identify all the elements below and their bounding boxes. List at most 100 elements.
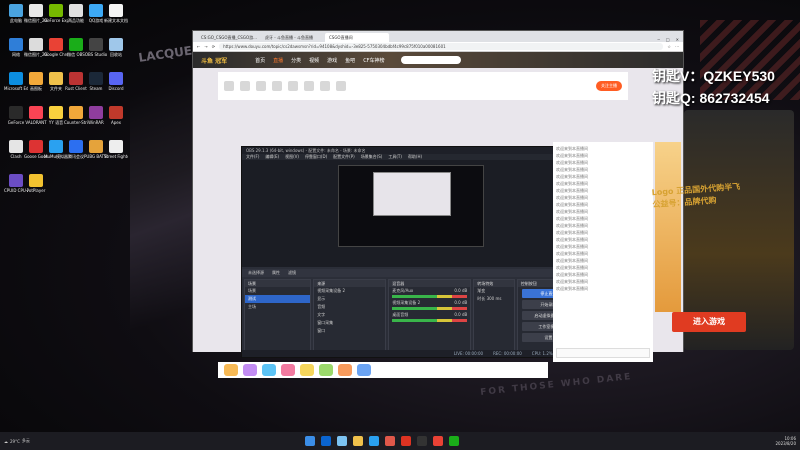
toolbar-icon[interactable] — [304, 81, 314, 91]
chat-message: 欢迎来到本直播间 — [556, 202, 588, 207]
preview-canvas[interactable] — [338, 165, 484, 247]
taskbar-app-icon[interactable] — [337, 436, 347, 446]
chat-message: 欢迎来到本直播间 — [556, 244, 588, 249]
desktop-icon[interactable]: 回收站 — [104, 38, 128, 57]
toolbar-icon[interactable] — [272, 81, 282, 91]
app-icon — [29, 140, 43, 153]
chat-message: 欢迎来到本直播间 — [556, 181, 588, 186]
browser-tab-active[interactable]: CSGO直播间 — [325, 33, 389, 42]
properties-button[interactable]: 属性 — [272, 269, 280, 277]
source-item[interactable]: 视频采集设备 2 — [314, 287, 385, 295]
app-icon — [9, 140, 23, 153]
obs-title: OBS 29.1.3 (64-bit, windows) - 配置文件: 未命名… — [242, 147, 580, 154]
nav-fishbar[interactable]: 鱼吧 — [345, 57, 355, 64]
sources-dock: 来源 视频采集设备 2 显示 音频 文字 窗口采集 窗口 — [313, 279, 387, 351]
toolbar-icon[interactable] — [288, 81, 298, 91]
chat-message: 欢迎来到本直播间 — [556, 223, 588, 228]
scene-item-selected[interactable]: 测试 — [245, 295, 311, 303]
room-avatar[interactable] — [224, 81, 234, 91]
gift-item[interactable] — [262, 364, 276, 376]
taskbar-app-icon[interactable] — [385, 436, 395, 446]
gift-item[interactable] — [281, 364, 295, 376]
nav-cf-rank[interactable]: CF车神榜 — [363, 57, 384, 64]
chat-panel: 欢迎来到本直播间 欢迎来到本直播间 欢迎来到本直播间 欢迎来到本直播间 欢迎来到本直播间… — [553, 142, 653, 362]
app-icon — [89, 106, 103, 119]
source-item[interactable]: 文字 — [314, 311, 385, 319]
nav-category[interactable]: 分类 — [291, 57, 301, 64]
taskbar-app-icon[interactable] — [433, 436, 443, 446]
browser-tab[interactable]: 虎牙 - 斗鱼直播 - 斗鱼直播 — [261, 33, 325, 42]
volume-meter[interactable] — [392, 295, 468, 298]
site-logo[interactable]: 斗鱼 冠军 — [201, 56, 227, 65]
transition-select[interactable]: 渐变 — [474, 287, 514, 295]
nav-home[interactable]: 首页 — [255, 57, 265, 64]
nav-video[interactable]: 视频 — [309, 57, 319, 64]
duration-value[interactable]: 300 ms — [487, 296, 502, 301]
source-item[interactable]: 音频 — [314, 303, 385, 311]
gift-item[interactable] — [300, 364, 314, 376]
chat-message: 欢迎来到本直播间 — [556, 230, 588, 235]
chat-message: 欢迎来到本直播间 — [556, 279, 588, 284]
mixer-channel-level: 0.0 dB — [454, 288, 468, 293]
app-icon — [49, 72, 63, 85]
site-search-input[interactable] — [400, 56, 461, 64]
app-icon — [29, 38, 43, 51]
desktop-icon[interactable]: Apex — [104, 106, 128, 125]
star-icon[interactable]: ☆ — [667, 44, 671, 49]
minimize-icon[interactable]: ─ — [657, 37, 659, 42]
nav-game[interactable]: 游戏 — [327, 57, 337, 64]
taskbar-app-icon[interactable] — [321, 436, 331, 446]
gift-item[interactable] — [243, 364, 257, 376]
side-ad-banner[interactable] — [655, 142, 681, 312]
desktop-icon-label: Discord — [108, 86, 124, 91]
source-item[interactable]: 窗口 — [314, 327, 385, 335]
taskbar-app-icon[interactable] — [449, 436, 459, 446]
gift-item[interactable] — [224, 364, 238, 376]
toolbar-icon[interactable] — [256, 81, 266, 91]
maximize-icon[interactable]: □ — [666, 37, 670, 42]
nav-live[interactable]: 直播 — [273, 57, 283, 64]
gift-item[interactable] — [319, 364, 333, 376]
follow-button[interactable]: 关注主播 — [596, 81, 622, 91]
key-v-overlay: 钥匙V：QZKEY530 — [652, 68, 775, 84]
app-icon — [49, 38, 63, 51]
taskbar-app-icon[interactable] — [353, 436, 363, 446]
source-item[interactable]: 窗口采集 — [314, 319, 385, 327]
toolbar-icon[interactable] — [240, 81, 250, 91]
forward-icon[interactable]: → — [204, 44, 207, 49]
app-icon — [109, 72, 123, 85]
start-menu-icon[interactable] — [305, 436, 315, 446]
source-item[interactable]: 显示 — [314, 295, 385, 303]
filters-button[interactable]: 滤镜 — [288, 269, 296, 277]
toolbar-icon[interactable] — [336, 81, 346, 91]
desktop-icon[interactable]: Street Fighter 6 — [104, 140, 128, 159]
weather-widget[interactable]: ☁ 29°C 多云 — [0, 438, 30, 444]
taskbar-app-icon[interactable] — [417, 436, 427, 446]
enter-game-button[interactable]: 进入游戏 — [672, 312, 746, 332]
obs-status-bar: LIVE: 00:00:00 REC: 00:00:00 CPU: 1.2%, … — [242, 350, 580, 357]
toolbar-icon[interactable] — [320, 81, 330, 91]
scene-item[interactable]: 场景 — [245, 287, 310, 295]
browser-tab[interactable]: CS:GO_CSGO直播_CSGO游... — [197, 33, 261, 42]
gift-item[interactable] — [357, 364, 371, 376]
refresh-icon[interactable]: ⟳ — [212, 44, 215, 49]
chat-input[interactable] — [556, 348, 650, 358]
taskbar-app-icon[interactable] — [401, 436, 411, 446]
close-icon[interactable]: ✕ — [676, 37, 679, 42]
volume-meter[interactable] — [392, 307, 468, 310]
system-clock[interactable]: 10:06 2023/8/20 — [775, 436, 796, 446]
chat-message: 欢迎来到本直播间 — [556, 167, 588, 172]
mixer-channel-name: 视频采集设备 2 — [392, 300, 421, 305]
back-icon[interactable]: ← — [197, 44, 200, 49]
desktop-icon[interactable]: PotPlayer — [24, 174, 48, 193]
desktop-icon[interactable]: Discord — [104, 72, 128, 91]
menu-dots-icon[interactable]: ⋯ — [675, 44, 679, 49]
gift-item[interactable] — [338, 364, 352, 376]
volume-meter[interactable] — [392, 319, 468, 322]
url-input[interactable]: https://www.douyu.com/topic/cs2dawsmsn?r… — [219, 43, 664, 50]
scene-item[interactable]: 主场 — [245, 303, 310, 311]
taskbar-app-icon[interactable] — [369, 436, 379, 446]
app-icon — [69, 72, 83, 85]
source-toolbar: 未选择源 属性 滤镜 — [242, 269, 582, 277]
desktop-icon[interactable]: 新建文本文档 — [104, 4, 128, 23]
